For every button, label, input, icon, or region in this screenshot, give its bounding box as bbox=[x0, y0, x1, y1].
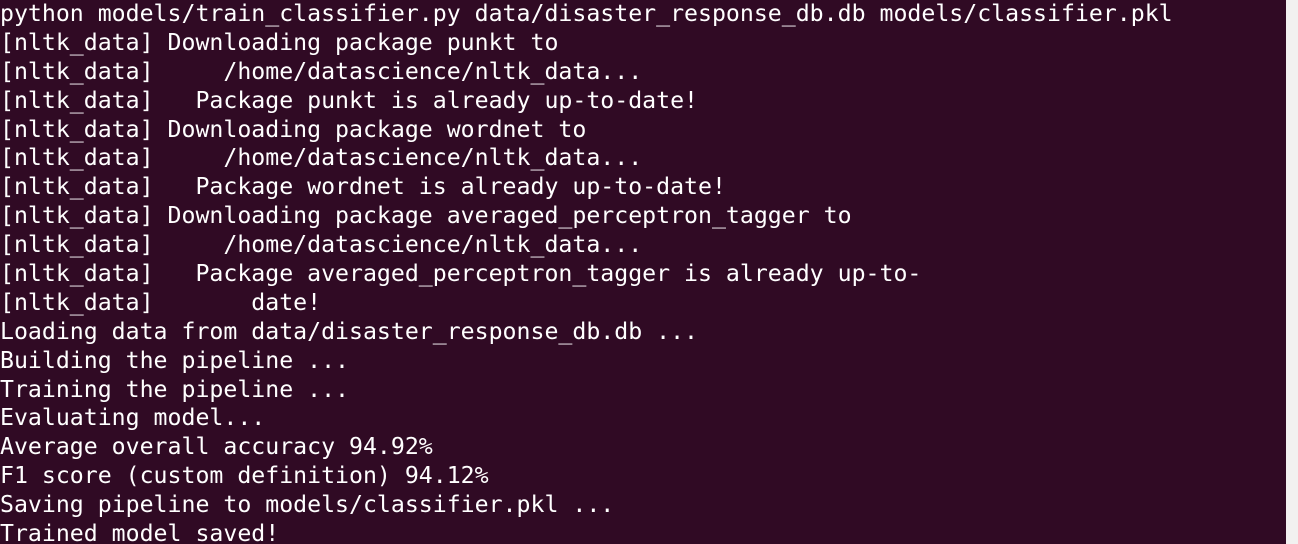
output-line: [nltk_data] Package wordnet is already u… bbox=[0, 173, 726, 201]
output-line: Saving pipeline to models/classifier.pkl… bbox=[0, 491, 615, 519]
terminal-window[interactable]: python models/train_classifier.py data/d… bbox=[0, 0, 1298, 544]
output-line: [nltk_data] /home/datascience/nltk_data.… bbox=[0, 57, 643, 85]
output-line: [nltk_data] Package averaged_perceptron_… bbox=[0, 260, 922, 288]
accuracy-line: Average overall accuracy 94.92% bbox=[0, 433, 433, 461]
output-line: Evaluating model... bbox=[0, 404, 266, 432]
output-line: [nltk_data] Package punkt is already up-… bbox=[0, 86, 699, 114]
output-line: [nltk_data] date! bbox=[0, 288, 322, 316]
output-line: [nltk_data] Downloading package punkt to bbox=[0, 28, 559, 56]
scrollbar[interactable] bbox=[1286, 0, 1298, 544]
output-line: [nltk_data] /home/datascience/nltk_data.… bbox=[0, 231, 643, 259]
output-line: Training the pipeline ... bbox=[0, 375, 350, 403]
terminal-output: python models/train_classifier.py data/d… bbox=[0, 0, 1286, 544]
f1-score-line: F1 score (custom definition) 94.12% bbox=[0, 462, 489, 490]
output-line: [nltk_data] /home/datascience/nltk_data.… bbox=[0, 144, 643, 172]
output-line: Building the pipeline ... bbox=[0, 346, 350, 374]
output-line: Loading data from data/disaster_response… bbox=[0, 317, 699, 345]
output-line: [nltk_data] Downloading package wordnet … bbox=[0, 115, 587, 143]
output-line: Trained model saved! bbox=[0, 520, 280, 544]
command-line: python models/train_classifier.py data/d… bbox=[0, 0, 1173, 27]
output-line: [nltk_data] Downloading package averaged… bbox=[0, 202, 852, 230]
